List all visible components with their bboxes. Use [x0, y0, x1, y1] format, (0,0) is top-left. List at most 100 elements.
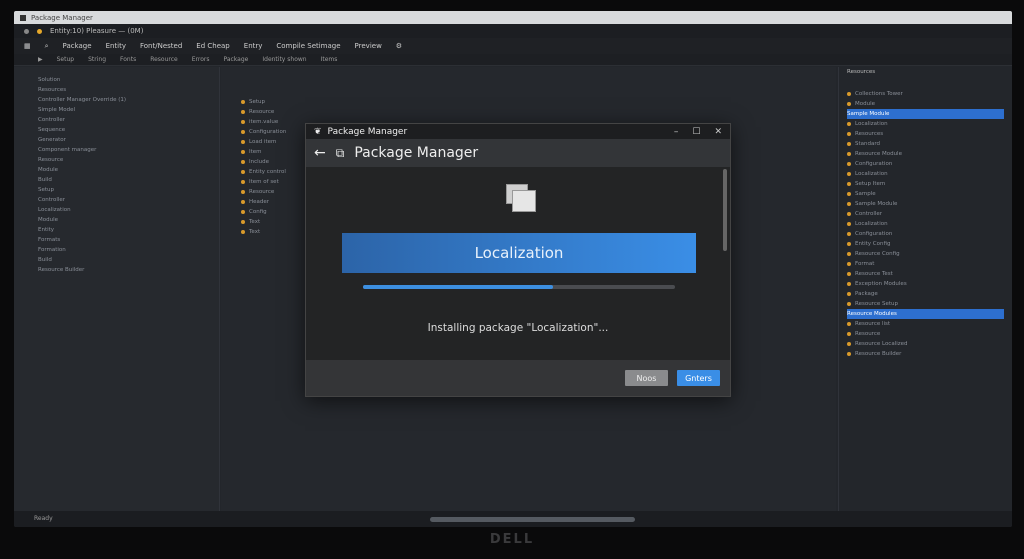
tree-item[interactable]: Localization [847, 219, 1004, 229]
tree-item[interactable]: Module [38, 165, 219, 175]
vertical-scrollbar[interactable] [723, 169, 727, 251]
tree-item[interactable]: Resource Builder [38, 265, 219, 275]
menu-item[interactable]: Font/Nested [140, 42, 182, 50]
tree-item[interactable]: Configuration [847, 159, 1004, 169]
tree-item[interactable]: Controller Manager Override (1) [38, 95, 219, 105]
tree-item-label: Build [38, 177, 52, 183]
tree-item[interactable]: Formation [38, 245, 219, 255]
tree-item[interactable]: Resources [847, 129, 1004, 139]
tree-item[interactable]: Format [847, 259, 1004, 269]
primary-button[interactable]: Gnters [677, 370, 720, 386]
tree-item[interactable]: Simple Model [38, 105, 219, 115]
tree-item[interactable]: Package [847, 289, 1004, 299]
toolbar-item[interactable]: String [88, 56, 106, 63]
tree-item[interactable]: Generator [38, 135, 219, 145]
item-bullet-icon [241, 220, 245, 224]
settings-icon[interactable]: ⚙ [396, 42, 402, 50]
menu-item[interactable]: Preview [355, 42, 382, 50]
tree-item[interactable]: Controller [847, 209, 1004, 219]
back-arrow-icon[interactable]: ← [314, 145, 326, 161]
horizontal-scrollbar[interactable] [430, 517, 635, 522]
tree-item[interactable]: Controller [38, 195, 219, 205]
tree-item[interactable]: Entity [38, 225, 219, 235]
install-progress-bar [363, 285, 675, 289]
play-icon[interactable]: ▶ [38, 56, 43, 63]
tree-item[interactable]: Exception Modules [847, 279, 1004, 289]
tree-item[interactable]: Build [38, 175, 219, 185]
tree-item[interactable]: Localization [38, 205, 219, 215]
tree-item[interactable]: Sample [847, 189, 1004, 199]
item-bullet-icon [241, 160, 245, 164]
tree-item[interactable]: Resource [38, 155, 219, 165]
tree-item[interactable]: Module [847, 99, 1004, 109]
item-bullet-icon [241, 100, 245, 104]
solution-explorer: Solution Resources Controller Manager Over… [14, 67, 220, 511]
tree-item[interactable]: Localization [847, 169, 1004, 179]
tree-item[interactable]: Setup Item [847, 179, 1004, 189]
tree-item[interactable]: Resource list [847, 319, 1004, 329]
tree-item[interactable]: Controller [38, 115, 219, 125]
toolbar-item[interactable]: Errors [192, 56, 210, 63]
search-icon[interactable]: ⌕ [45, 42, 49, 51]
item-bullet-icon [847, 122, 851, 126]
secondary-button[interactable]: Noos [625, 370, 668, 386]
tree-item[interactable]: Resource Modules [847, 309, 1004, 319]
item-bullet-icon [847, 272, 851, 276]
toolbar-item[interactable]: Items [321, 56, 338, 63]
tree-item-label: Sample Module [847, 111, 890, 117]
toolbar: ▶ Setup String Fonts Resource Errors Package I… [14, 54, 1012, 66]
toolbar-item[interactable]: Identity shown [262, 56, 306, 63]
tree-item[interactable]: Build [38, 255, 219, 265]
toolbar-item[interactable]: Setup [57, 56, 74, 63]
tree-item-label: Setup Item [855, 181, 886, 187]
info-bar: Entity:10) Pleasure — (0M) [14, 24, 1012, 38]
item-bullet-icon [847, 292, 851, 296]
tree-item[interactable]: Entity Config [847, 239, 1004, 249]
toolbar-item[interactable]: Resource [150, 56, 178, 63]
close-button[interactable]: ✕ [714, 127, 722, 137]
tree-item-label: Package [855, 291, 878, 297]
tree-item[interactable]: Resource [241, 107, 836, 117]
tree-item[interactable]: Resource Config [847, 249, 1004, 259]
tree-item-label: Configuration [249, 129, 287, 135]
tree-item[interactable]: Resource Module [847, 149, 1004, 159]
tree-item-label: Entity [38, 227, 55, 233]
menu-item[interactable]: Compile Setimage [276, 42, 340, 50]
tree-item[interactable]: Collections Tower [847, 89, 1004, 99]
maximize-button[interactable]: ☐ [692, 127, 700, 137]
tree-item[interactable]: Formats [38, 235, 219, 245]
tree-item-label: Localization [38, 207, 71, 213]
toolbar-item[interactable]: Fonts [120, 56, 136, 63]
menu-item[interactable]: Entry [244, 42, 263, 50]
tree-item[interactable]: Setup [38, 185, 219, 195]
tree-item[interactable]: Resource Setup [847, 299, 1004, 309]
tree-item[interactable]: Setup [241, 97, 836, 107]
tree-item[interactable]: Resource Localized [847, 339, 1004, 349]
tree-item[interactable]: Localization [847, 119, 1004, 129]
item-bullet-icon [241, 150, 245, 154]
item-bullet-icon [847, 192, 851, 196]
tree-item[interactable]: Configuration [847, 229, 1004, 239]
tree-item[interactable]: Resource Test [847, 269, 1004, 279]
tree-item-label: Text [249, 229, 261, 235]
tree-item[interactable]: Resource [847, 329, 1004, 339]
tree-item[interactable]: Module [38, 215, 219, 225]
item-bullet-icon [847, 152, 851, 156]
tree-item[interactable]: Solution [38, 75, 219, 85]
grid-icon[interactable]: ▦ [24, 42, 31, 50]
tree-item[interactable]: Sequence [38, 125, 219, 135]
tree-item[interactable]: Component manager [38, 145, 219, 155]
tree-item[interactable]: Resources [38, 85, 219, 95]
menu-item[interactable]: Ed Cheap [196, 42, 229, 50]
menu-item[interactable]: Entity [106, 42, 126, 50]
minimize-button[interactable]: – [674, 127, 679, 137]
tree-item-label: Formats [38, 237, 61, 243]
tree-item[interactable]: Sample Module [847, 199, 1004, 209]
menu-item[interactable]: Package [63, 42, 92, 50]
toolbar-item[interactable]: Package [223, 56, 248, 63]
warning-dot-icon [37, 28, 42, 34]
tree-item[interactable]: Standard [847, 139, 1004, 149]
tree-item-label: Include [249, 159, 270, 165]
tree-item[interactable]: Resource Builder [847, 349, 1004, 359]
tree-item[interactable]: Sample Module [847, 109, 1004, 119]
